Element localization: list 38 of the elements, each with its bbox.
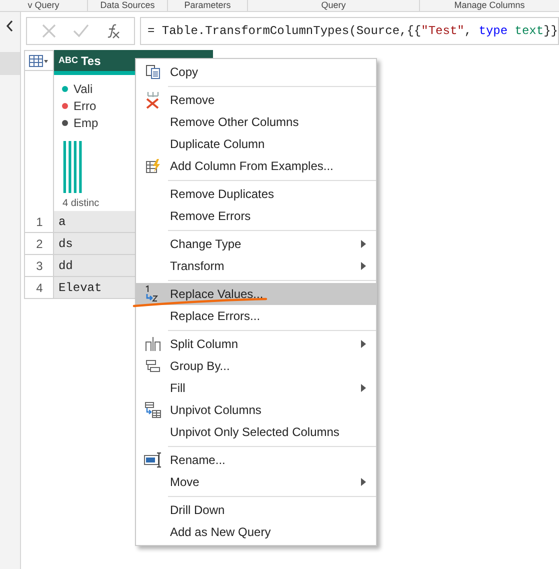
row-number: 3 bbox=[24, 255, 54, 277]
legend-label: Emp bbox=[73, 114, 98, 132]
ribbon-group-label: Manage Columns bbox=[454, 0, 525, 11]
legend-label: Erro bbox=[73, 98, 96, 114]
formula-text: text bbox=[514, 23, 544, 40]
column-name: Tes bbox=[80, 52, 101, 70]
menu-item[interactable]: Split Column bbox=[136, 333, 376, 355]
menu-item[interactable]: Move bbox=[136, 471, 376, 493]
ribbon-group-label: Data Sources bbox=[100, 0, 155, 11]
formula-text: , bbox=[464, 23, 473, 40]
menu-item[interactable]: Add Column From Examples... bbox=[136, 155, 376, 177]
text-type-label: ABC bbox=[58, 54, 78, 67]
menu-item[interactable]: Unpivot Columns bbox=[136, 399, 376, 421]
menu-item[interactable]: Duplicate Column bbox=[136, 133, 376, 155]
formula-text: "Test" bbox=[421, 23, 464, 40]
row-number: 4 bbox=[24, 277, 54, 299]
legend-label: Vali bbox=[73, 80, 93, 98]
formula-field[interactable]: = Table.TransformColumnTypes(Source,{{"Test", type text}} bbox=[140, 17, 559, 45]
menu-item[interactable]: Rename... bbox=[136, 449, 376, 471]
menu-item[interactable]: Replace Values... bbox=[136, 283, 376, 305]
distinct-count: 4 distinc bbox=[61, 197, 100, 211]
menu-item[interactable]: Remove Duplicates bbox=[136, 183, 376, 205]
menu-item[interactable]: Drill Down bbox=[136, 499, 376, 521]
menu-item[interactable]: Add as New Query bbox=[136, 521, 376, 543]
menu-item[interactable]: Unpivot Only Selected Columns bbox=[136, 421, 376, 443]
menu-item[interactable]: Group By... bbox=[136, 355, 376, 377]
menu-item[interactable]: Replace Errors... bbox=[136, 305, 376, 327]
formula-text: = Table.TransformColumnTypes(Source,{{ bbox=[147, 23, 422, 40]
menu-item[interactable]: Remove Other Columns bbox=[136, 111, 376, 133]
ribbon-group-label: Query bbox=[321, 0, 346, 11]
formula-text: }} bbox=[544, 23, 558, 40]
formula-text: type bbox=[478, 23, 508, 40]
ribbon-group-label: Parameters bbox=[184, 0, 231, 11]
row-number: 2 bbox=[24, 233, 54, 255]
ribbon-group-label: v Query bbox=[28, 0, 60, 11]
row-number: 1 bbox=[24, 211, 54, 233]
menu-item[interactable]: Remove bbox=[136, 89, 376, 111]
menu-item[interactable]: Fill bbox=[136, 377, 376, 399]
